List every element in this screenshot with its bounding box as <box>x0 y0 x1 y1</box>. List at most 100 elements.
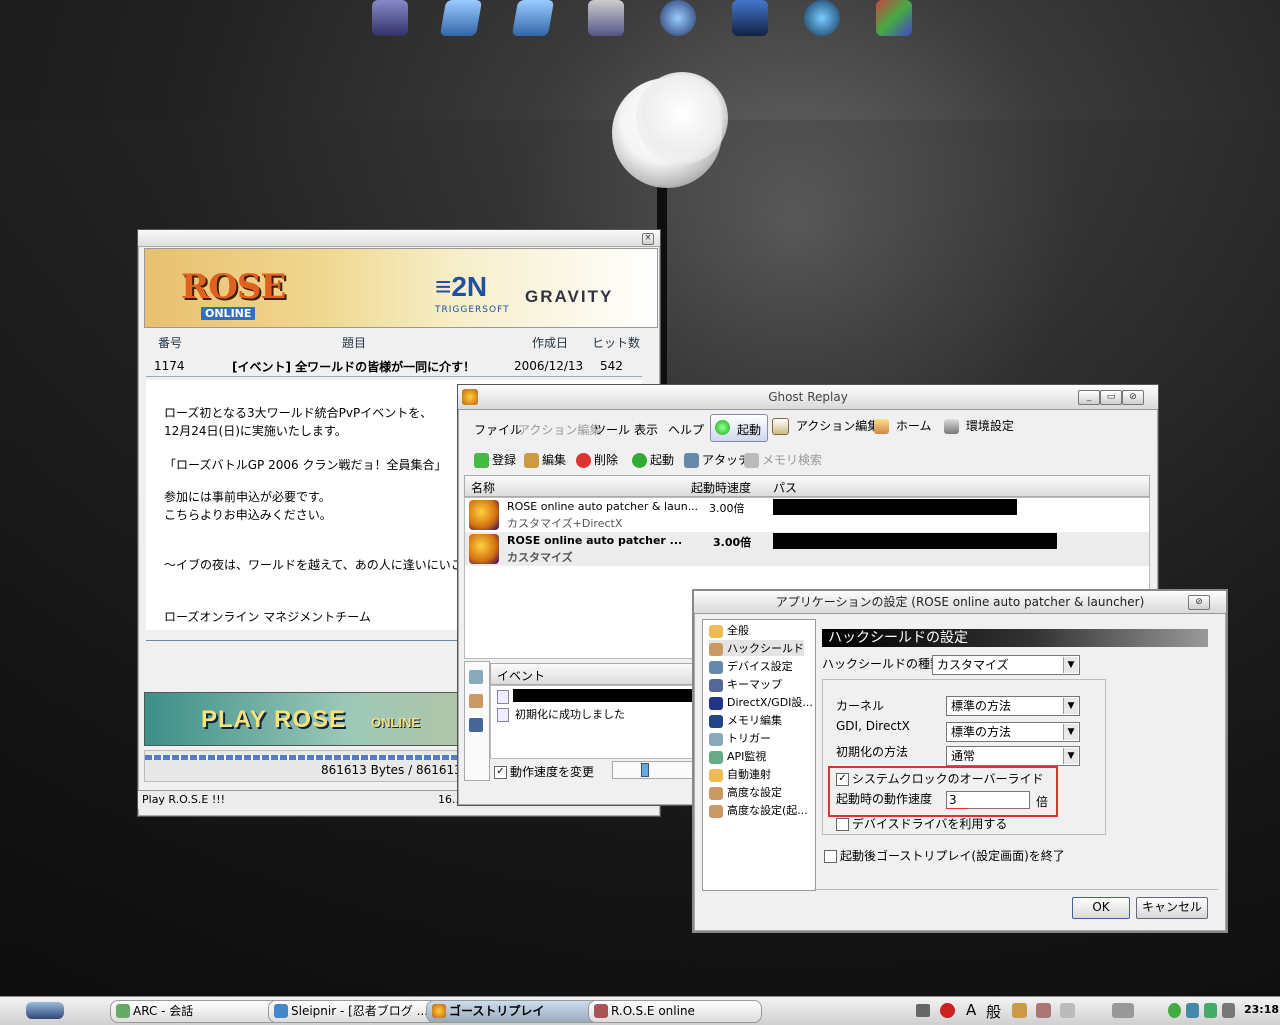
ime-mode[interactable]: 般 <box>986 1001 1001 1022</box>
app-icon[interactable] <box>732 0 768 36</box>
ok-button[interactable]: OK <box>1072 897 1130 919</box>
attach-label: アタッチ <box>702 453 751 467</box>
trigger-icon <box>709 732 723 746</box>
chat-icon <box>116 1004 130 1018</box>
keyboard-icon[interactable] <box>916 1004 930 1017</box>
taskbar: ARC - 会話 Sleipnir - [忍者ブログ ... ゴーストリプレイ … <box>0 996 1280 1025</box>
tray-icon[interactable] <box>1112 1003 1134 1018</box>
bbs-header-date: 作成日 <box>532 336 569 350</box>
nav-item-advanced[interactable]: 高度な設定 <box>709 784 782 800</box>
attach-button[interactable]: アタッチ <box>684 451 750 468</box>
register-button[interactable]: 登録 <box>474 451 516 468</box>
volume-icon[interactable] <box>1222 1003 1235 1018</box>
gdi-value: 標準の方法 <box>951 725 1012 739</box>
bbs-row[interactable]: 1174 [イベント] 全ワールドの皆様が一同に介す！ 2006/12/13 5… <box>146 354 642 377</box>
tray-icon[interactable] <box>1012 1003 1027 1018</box>
launch-small-button[interactable]: 起動 <box>632 451 674 468</box>
slider-thumb[interactable] <box>641 763 649 777</box>
maximize-icon[interactable]: ▭ <box>1100 390 1122 405</box>
launch-button[interactable]: 起動 <box>710 414 768 442</box>
device-driver-checkbox[interactable]: デバイスドライバを利用する <box>836 815 1007 832</box>
exit-after-launch-checkbox[interactable]: 起動後ゴーストリプレイ(設定画面)を終了 <box>824 847 1065 864</box>
override-clock-checkbox[interactable]: ✓ システムクロックのオーバーライド <box>836 770 1044 787</box>
grid-icon[interactable] <box>876 0 912 36</box>
menu-file[interactable]: ファイル <box>474 421 522 438</box>
speed-change-checkbox[interactable]: ✓ 動作速度を変更 <box>494 763 594 780</box>
ghost-replay-titlebar[interactable]: Ghost Replay _ ▭ ⊘ <box>458 385 1158 410</box>
menu-action-edit[interactable]: アクション編集 <box>518 421 601 438</box>
edit-button[interactable]: 編集 <box>524 451 566 468</box>
hs-type-select[interactable]: カスタマイズ ▼ <box>932 655 1080 675</box>
app-settings-dialog: アプリケーションの設定 (ROSE online auto patcher & … <box>692 589 1228 933</box>
bbs-body-line: 「ローズバトルGP 2006 クラン戦だョ！全員集合」 <box>164 458 447 472</box>
delete-button[interactable]: 削除 <box>576 451 618 468</box>
action-edit-button[interactable]: アクション編集 <box>772 417 879 435</box>
event-header: イベント <box>490 663 702 685</box>
override-clock-label: システムクロックのオーバーライド <box>852 772 1044 786</box>
play-icon <box>715 420 730 435</box>
document-icon[interactable] <box>469 670 483 684</box>
folder-icon[interactable] <box>511 0 555 36</box>
monitor-icon[interactable] <box>372 0 408 36</box>
nav-item-trigger[interactable]: トリガー <box>709 730 771 746</box>
start-button[interactable] <box>26 1002 64 1019</box>
column-path[interactable]: パス <box>773 479 797 496</box>
memory-search-button[interactable]: メモリ検索 <box>744 451 822 468</box>
media-icon[interactable] <box>588 0 624 36</box>
nav-item-autofire[interactable]: 自動連射 <box>709 766 771 782</box>
ime-mode-a[interactable]: A <box>966 1001 976 1019</box>
chevron-down-icon: ▼ <box>1063 657 1078 673</box>
tray-icon[interactable] <box>1204 1003 1217 1018</box>
network-icon[interactable] <box>1186 1003 1199 1018</box>
init-select[interactable]: 通常 ▼ <box>946 746 1080 766</box>
nav-item-general[interactable]: 全般 <box>709 622 749 638</box>
chevron-down-icon: ▼ <box>1063 748 1078 764</box>
tray-icon[interactable] <box>1060 1003 1075 1018</box>
nav-item-memory[interactable]: メモリ編集 <box>709 712 782 728</box>
nav-item-advanced-launch[interactable]: 高度な設定(起... <box>709 802 808 818</box>
globe-icon[interactable] <box>660 0 696 36</box>
menu-view[interactable]: 表示 <box>634 421 658 438</box>
settings-titlebar[interactable]: アプリケーションの設定 (ROSE online auto patcher & … <box>694 591 1226 614</box>
user-icon[interactable] <box>1168 1003 1181 1018</box>
gdi-select[interactable]: 標準の方法 ▼ <box>946 722 1080 742</box>
task-ghost-replay[interactable]: ゴーストリプレイ <box>426 1000 602 1023</box>
column-name[interactable]: 名称 <box>471 479 495 496</box>
close-icon[interactable]: × <box>642 233 654 245</box>
bbs-row-hits: 542 <box>600 359 623 373</box>
task-sleipnir[interactable]: Sleipnir - [忍者ブログ ... <box>268 1000 442 1023</box>
folder-icon[interactable] <box>439 0 483 36</box>
bbs-row-title[interactable]: [イベント] 全ワールドの皆様が一同に介す！ <box>232 358 475 375</box>
cancel-button[interactable]: キャンセル <box>1136 897 1208 919</box>
nav-item-keymap[interactable]: キーマップ <box>709 676 782 692</box>
tray-icon[interactable] <box>1036 1003 1051 1018</box>
menu-help[interactable]: ヘルプ <box>668 421 704 438</box>
close-icon[interactable]: ⊘ <box>1122 390 1144 405</box>
delete-label: 削除 <box>594 453 619 467</box>
rose-titlebar[interactable]: × <box>138 230 660 247</box>
speed-slider[interactable] <box>612 761 694 779</box>
menu-tools[interactable]: ツール <box>594 421 630 438</box>
kernel-select[interactable]: 標準の方法 ▼ <box>946 696 1080 716</box>
info-icon[interactable] <box>469 718 483 732</box>
gdi-label: GDI, DirectX <box>836 719 910 733</box>
earth-icon[interactable] <box>804 0 840 36</box>
minimize-icon[interactable]: _ <box>1078 390 1100 405</box>
nav-item-device[interactable]: デバイス設定 <box>709 658 793 674</box>
nav-item-hackshield[interactable]: ハックシールド <box>709 640 804 656</box>
ime-icon[interactable] <box>940 1003 955 1018</box>
home-button[interactable]: ホーム <box>874 417 931 434</box>
nav-item-api[interactable]: API監視 <box>709 748 766 764</box>
gear-icon[interactable] <box>469 694 483 708</box>
task-rose[interactable]: R.O.S.E online <box>588 1000 762 1023</box>
bbs-body-link[interactable]: こちらよりお申込みください。 <box>164 506 332 523</box>
list-item[interactable]: ROSE online auto patcher & laun... カスタマイ… <box>465 498 1149 532</box>
task-arc[interactable]: ARC - 会話 <box>110 1000 282 1023</box>
nav-item-directx[interactable]: DirectX/GDI設... <box>709 694 813 710</box>
clock[interactable]: 23:18 <box>1244 1003 1279 1016</box>
startup-speed-input[interactable] <box>946 791 1030 809</box>
column-speed[interactable]: 起動時速度 <box>691 479 751 496</box>
settings-button[interactable]: 環境設定 <box>944 417 1014 434</box>
close-icon[interactable]: ⊘ <box>1188 595 1210 610</box>
list-item[interactable]: ROSE online auto patcher ... カスタマイズ 3.00… <box>465 532 1149 566</box>
